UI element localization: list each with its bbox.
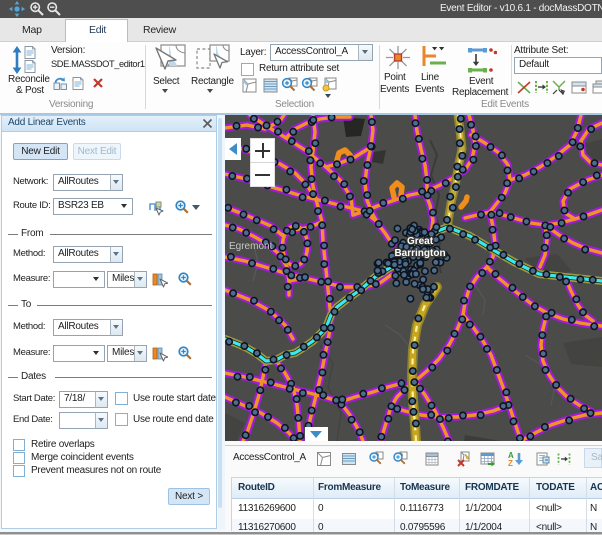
svg-text:Great: Great [407,236,434,247]
svg-text:Z: Z [508,459,513,467]
svg-text:Egremont: Egremont [229,241,273,252]
svg-text:Barrington: Barrington [394,248,445,259]
